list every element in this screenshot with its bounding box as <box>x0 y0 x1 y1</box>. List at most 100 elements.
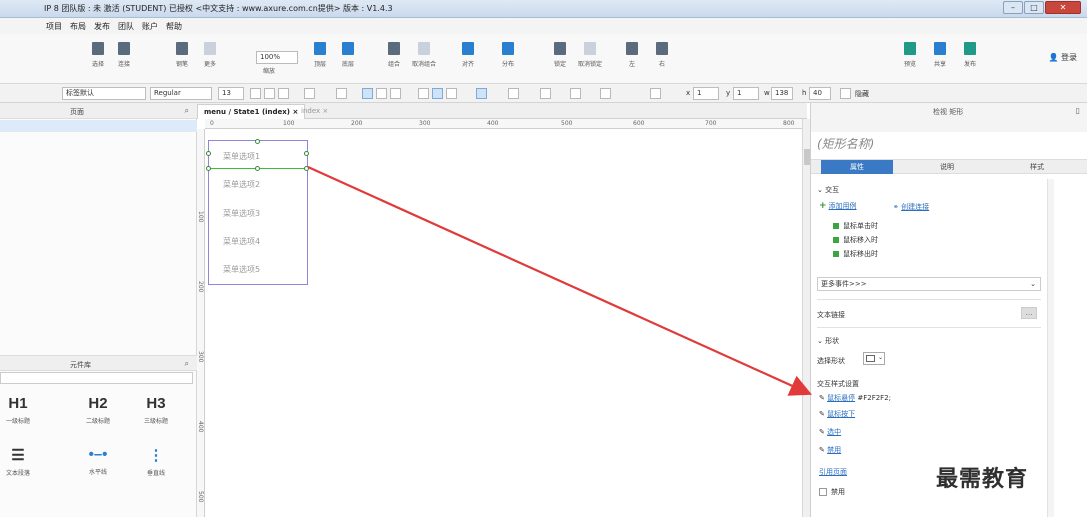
menu-option-5[interactable]: 菜单选项5 <box>223 264 260 275</box>
disabled-checkbox-row[interactable]: 禁用 <box>819 487 845 497</box>
event-mouse-enter[interactable]: 鼠标移入时 <box>833 235 878 245</box>
event-mouse-leave[interactable]: 鼠标移出时 <box>833 249 878 259</box>
canvas-scrollbar[interactable] <box>802 119 810 517</box>
resize-handle[interactable] <box>206 151 211 156</box>
shadow-button[interactable] <box>508 88 519 99</box>
create-link-link[interactable]: ⚭ 创建连接 <box>893 202 929 212</box>
tab-menu-state1[interactable]: menu / State1 (index) × <box>197 104 306 119</box>
vertical-menu-widget[interactable]: 菜单选项1 菜单选项2 菜单选项3 菜单选项4 菜单选项5 <box>208 140 308 285</box>
valign-top-button[interactable] <box>418 88 429 99</box>
send-back-button[interactable]: 底层 <box>334 42 362 68</box>
menu-option-2[interactable]: 菜单选项2 <box>223 179 260 190</box>
reference-page-link[interactable]: 引用页面 <box>819 467 847 477</box>
library-search-icon[interactable]: ⌕ <box>185 359 189 369</box>
widget-h3[interactable]: H3 三级标题 <box>132 395 180 425</box>
style-select[interactable]: 标签默认 <box>62 87 146 100</box>
hidden-checkbox[interactable] <box>840 88 851 99</box>
y-input[interactable]: 1 <box>733 87 759 100</box>
mousedown-style-row[interactable]: ✎ 鼠标按下 <box>819 409 855 419</box>
page-icon[interactable]: ▯ <box>1076 106 1080 115</box>
add-case-link[interactable]: + 添加用例 <box>819 201 857 211</box>
menu-publish[interactable]: 发布 <box>94 21 110 32</box>
right-button[interactable]: 右 <box>648 42 676 68</box>
fill-color-button[interactable] <box>476 88 487 99</box>
valign-bottom-button[interactable] <box>446 88 457 99</box>
group-button[interactable]: 组合 <box>380 42 408 68</box>
tab-notes[interactable]: 说明 <box>911 160 983 174</box>
event-click[interactable]: 鼠标单击时 <box>833 221 878 231</box>
tab-style[interactable]: 样式 <box>1001 160 1073 174</box>
distribute-button[interactable]: 分布 <box>494 42 522 68</box>
selected-style-row[interactable]: ✎ 选中 <box>819 427 841 437</box>
menu-project[interactable]: 项目 <box>46 21 62 32</box>
menu-option-4[interactable]: 菜单选项4 <box>223 236 260 247</box>
connect-tool[interactable]: 连接 <box>110 42 138 68</box>
widget-paragraph[interactable]: ☰ 文本段落 <box>0 446 42 477</box>
login-button[interactable]: 👤 登录 <box>1048 52 1077 63</box>
font-color-button[interactable] <box>304 88 315 99</box>
italic-button[interactable] <box>264 88 275 99</box>
underline-button[interactable] <box>278 88 289 99</box>
widget-name-field[interactable]: (矩形名称) <box>817 135 874 152</box>
menu-layout[interactable]: 布局 <box>70 21 86 32</box>
resize-handle[interactable] <box>304 166 309 171</box>
zoom-select[interactable]: 100% <box>256 51 298 64</box>
unlock-button[interactable]: 取消锁定 <box>576 42 604 68</box>
pen-tool[interactable]: 钢笔 <box>168 42 196 68</box>
hover-style-row[interactable]: ✎ 鼠标悬停 #F2F2F2; <box>819 393 891 403</box>
minimize-button[interactable]: – <box>1003 1 1023 14</box>
resize-handle[interactable] <box>206 166 211 171</box>
close-button[interactable]: ✕ <box>1045 1 1081 14</box>
widget-vline[interactable]: ⋮ 垂直线 <box>132 446 180 477</box>
menu-help[interactable]: 帮助 <box>166 21 182 32</box>
font-weight-select[interactable]: Regular <box>150 87 212 100</box>
interaction-section[interactable]: ⌄ 交互 <box>817 185 839 195</box>
line-style-button[interactable] <box>600 88 611 99</box>
more-events-select[interactable]: 更多事件>>> ⌄ <box>817 277 1041 291</box>
resize-handle[interactable] <box>255 139 260 144</box>
checkbox[interactable] <box>819 488 827 496</box>
shape-section[interactable]: ⌄ 形状 <box>817 336 839 346</box>
lock-button[interactable]: 锁定 <box>546 42 574 68</box>
search-icon[interactable]: ⌕ <box>185 106 189 116</box>
ungroup-button[interactable]: 取消组合 <box>410 42 438 68</box>
resize-handle[interactable] <box>255 166 260 171</box>
text-link-button[interactable]: … <box>1021 307 1037 319</box>
line-color-button[interactable] <box>540 88 551 99</box>
tab-index[interactable]: index × <box>295 104 334 119</box>
shape-picker[interactable]: ⌄ <box>863 352 885 365</box>
align-center-button[interactable] <box>376 88 387 99</box>
align-left-button[interactable] <box>362 88 373 99</box>
widget-h2[interactable]: H2 二级标题 <box>74 395 122 425</box>
menu-account[interactable]: 账户 <box>142 21 158 32</box>
bullet-button[interactable] <box>336 88 347 99</box>
left-button[interactable]: 左 <box>618 42 646 68</box>
share-button[interactable]: 共享 <box>926 42 954 68</box>
publish-button[interactable]: 发布 <box>956 42 984 68</box>
menu-option-3[interactable]: 菜单选项3 <box>223 208 260 219</box>
w-input[interactable]: 138 <box>771 87 793 100</box>
menu-team[interactable]: 团队 <box>118 21 134 32</box>
bring-front-button[interactable]: 顶层 <box>306 42 334 68</box>
widget-hline[interactable]: •–• 水平线 <box>74 446 122 476</box>
tab-properties[interactable]: 属性 <box>821 160 893 174</box>
tab-close-icon[interactable]: × <box>322 107 328 115</box>
menu-option-1[interactable]: 菜单选项1 <box>223 151 260 162</box>
inspector-scrollbar[interactable] <box>1047 179 1054 517</box>
valign-middle-button[interactable] <box>432 88 443 99</box>
library-select[interactable] <box>0 372 193 384</box>
align-button[interactable]: 对齐 <box>454 42 482 68</box>
select-tool[interactable]: 选择 <box>84 42 112 68</box>
more-tool[interactable]: 更多 <box>196 42 224 68</box>
resize-handle[interactable] <box>304 151 309 156</box>
selected-page-row[interactable] <box>0 120 197 132</box>
align-right-button[interactable] <box>390 88 401 99</box>
bold-button[interactable] <box>250 88 261 99</box>
line-width-button[interactable] <box>570 88 581 99</box>
maximize-button[interactable]: □ <box>1024 1 1044 14</box>
preview-button[interactable]: 预览 <box>896 42 924 68</box>
h-input[interactable]: 40 <box>809 87 831 100</box>
font-size-select[interactable]: 13 <box>218 87 244 100</box>
disabled-style-row[interactable]: ✎ 禁用 <box>819 445 841 455</box>
arrow-style-button[interactable] <box>650 88 661 99</box>
